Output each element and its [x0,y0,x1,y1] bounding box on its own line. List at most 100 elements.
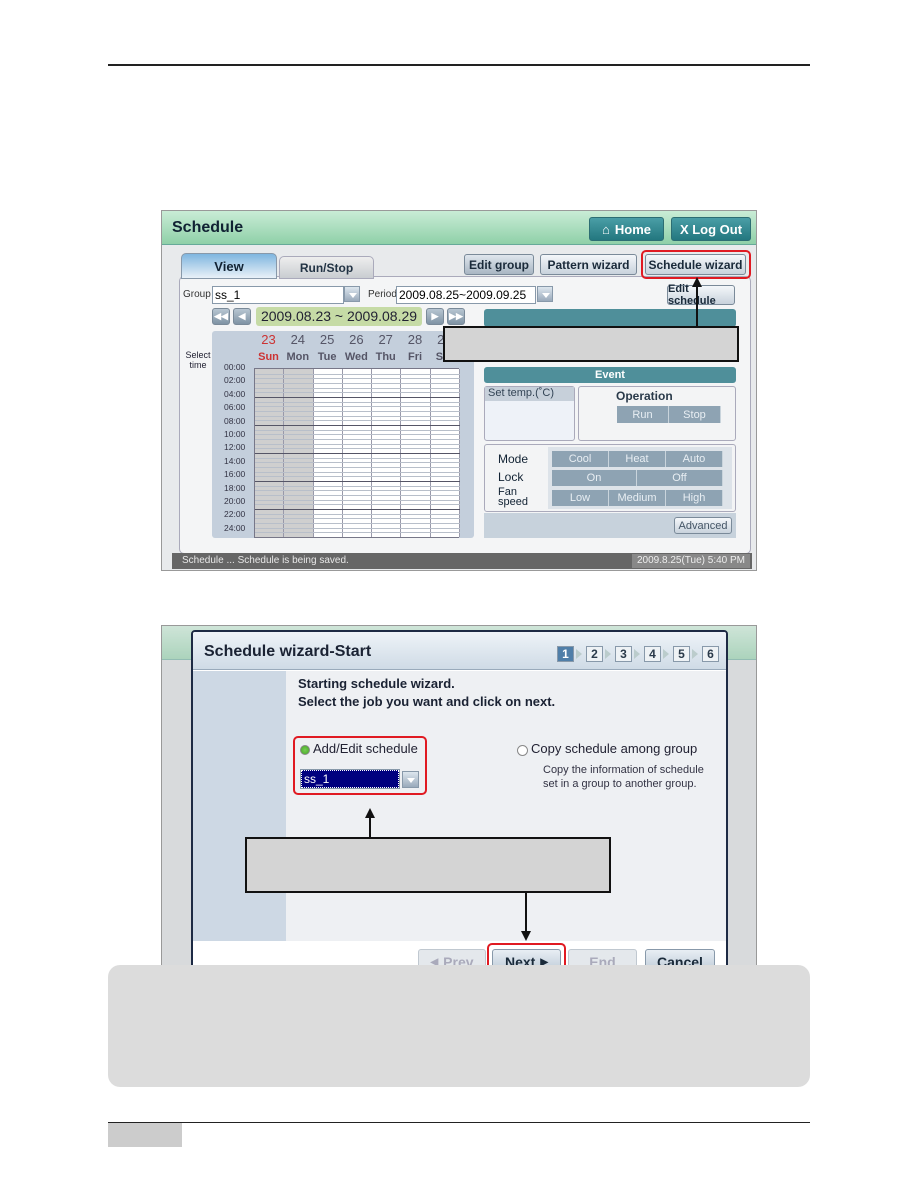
grid-line [255,467,460,468]
right-bar [484,309,736,327]
tab-view[interactable]: View [181,253,277,279]
time-label: 20:00 [224,496,246,506]
dialog-title: Schedule wizard-Start [204,643,372,660]
fan-medium[interactable]: Medium [609,490,666,506]
advanced-button[interactable]: Advanced [674,517,732,534]
grid-line [255,387,460,389]
callout-arrow-down [525,893,527,933]
last-week-button[interactable]: ▶▶ [447,308,465,325]
stop-button[interactable]: Stop [669,406,721,423]
time-label: 12:00 [224,442,246,453]
grid-line [255,406,460,408]
mode-heat[interactable]: Heat [609,451,666,467]
edit-schedule-button[interactable]: Edit schedule [667,283,735,307]
step-2: 2 [586,646,603,662]
time-label: 06:00 [224,402,246,413]
group-label: Group [183,289,211,300]
time-label: 18:00 [224,482,246,493]
group-select[interactable]: ss_1 [212,286,344,304]
fan-high[interactable]: High [666,490,723,506]
day-label: Tue [317,351,337,363]
set-temp-label: Set temp.(˚C) [485,387,574,401]
lock-on[interactable]: On [552,470,637,486]
grid-line [255,532,460,534]
period-select[interactable]: 2009.08.25~2009.09.25 [396,286,536,304]
grid-line [255,462,460,464]
home-icon: ⌂ [602,221,610,237]
grid-line [255,485,460,487]
step-1: 1 [557,646,574,662]
mode-auto[interactable]: Auto [666,451,723,467]
grid-line [255,499,460,501]
date-label: 28 [407,332,423,347]
copy-desc-2: set in a group to another group. [543,778,697,790]
tab-run-stop[interactable]: Run/Stop [279,256,374,279]
home-button[interactable]: ⌂ Home [589,217,664,241]
next-week-button[interactable]: ▶ [426,308,444,325]
date-label: 26 [349,332,364,347]
step-6: 6 [702,646,719,662]
radio-copy[interactable] [517,745,528,756]
grid-line [255,457,460,459]
logout-button[interactable]: X Log Out [671,217,751,241]
status-text: Schedule ... Schedule is being saved. [182,555,349,566]
time-label: 22:00 [224,509,246,520]
pattern-wizard-button[interactable]: Pattern wizard [540,254,637,275]
grid-line [255,434,460,436]
highlight-add-edit [293,736,427,795]
step-5: 5 [673,646,690,662]
mode-cool[interactable]: Cool [552,451,609,467]
step-3: 3 [615,646,632,662]
top-rule [108,64,810,66]
dialog-body [286,671,726,941]
grid-line [255,401,460,403]
lock-off[interactable]: Off [637,470,723,486]
dialog-sidebar [193,671,286,941]
grid-line [255,523,460,524]
run-button[interactable]: Run [617,406,669,423]
arrow-head [365,808,375,818]
grid-line [255,425,460,426]
grid-line [255,429,460,431]
wizard-dialog: Schedule wizard-Start 123456 Starting sc… [191,630,728,978]
wizard-screen: Schedule wizard-Start 123456 Starting sc… [161,625,757,984]
callout-box [443,326,739,362]
copy-desc-1: Copy the information of schedule [543,764,704,776]
time-grid[interactable] [254,368,461,538]
grid-line [255,471,460,473]
callout-arrow [696,283,698,327]
chevron-down-icon[interactable] [344,286,360,302]
prev-week-button[interactable]: ◀ [233,308,251,325]
option-copy-label[interactable]: Copy schedule among group [531,741,697,756]
fan-low[interactable]: Low [552,490,609,506]
screen-title: Schedule [172,219,244,236]
time-label: 02:00 [224,375,246,386]
intro-line-1: Starting schedule wizard. [298,676,455,691]
time-label: 14:00 [224,455,246,466]
header-bar [162,211,756,245]
edit-group-button[interactable]: Edit group [464,254,534,275]
highlight-schedule-wizard [641,250,751,279]
grid-line [255,392,460,394]
day-label: Wed [344,351,368,363]
grid-line [255,476,460,478]
select-time-label: Select time [185,350,211,370]
grid-line [255,453,460,454]
grid-line [255,373,460,375]
arrow-head [521,931,531,941]
note-box [108,965,810,1087]
date-label: 25 [319,332,335,347]
lock-label: Lock [498,470,524,484]
grid-line [255,411,460,412]
day-label: Thu [375,351,396,363]
operation-label: Operation [616,389,673,403]
event-bar: Event [484,367,736,383]
fan-speed-label: Fan speed [498,486,528,508]
time-label: 16:00 [224,469,246,480]
period-label: Period [368,289,397,300]
grid-line [255,504,460,506]
time-label: 10:00 [224,429,246,439]
first-week-button[interactable]: ◀◀ [212,308,230,325]
chevron-down-icon[interactable] [537,286,553,302]
page-number-block [108,1123,182,1147]
